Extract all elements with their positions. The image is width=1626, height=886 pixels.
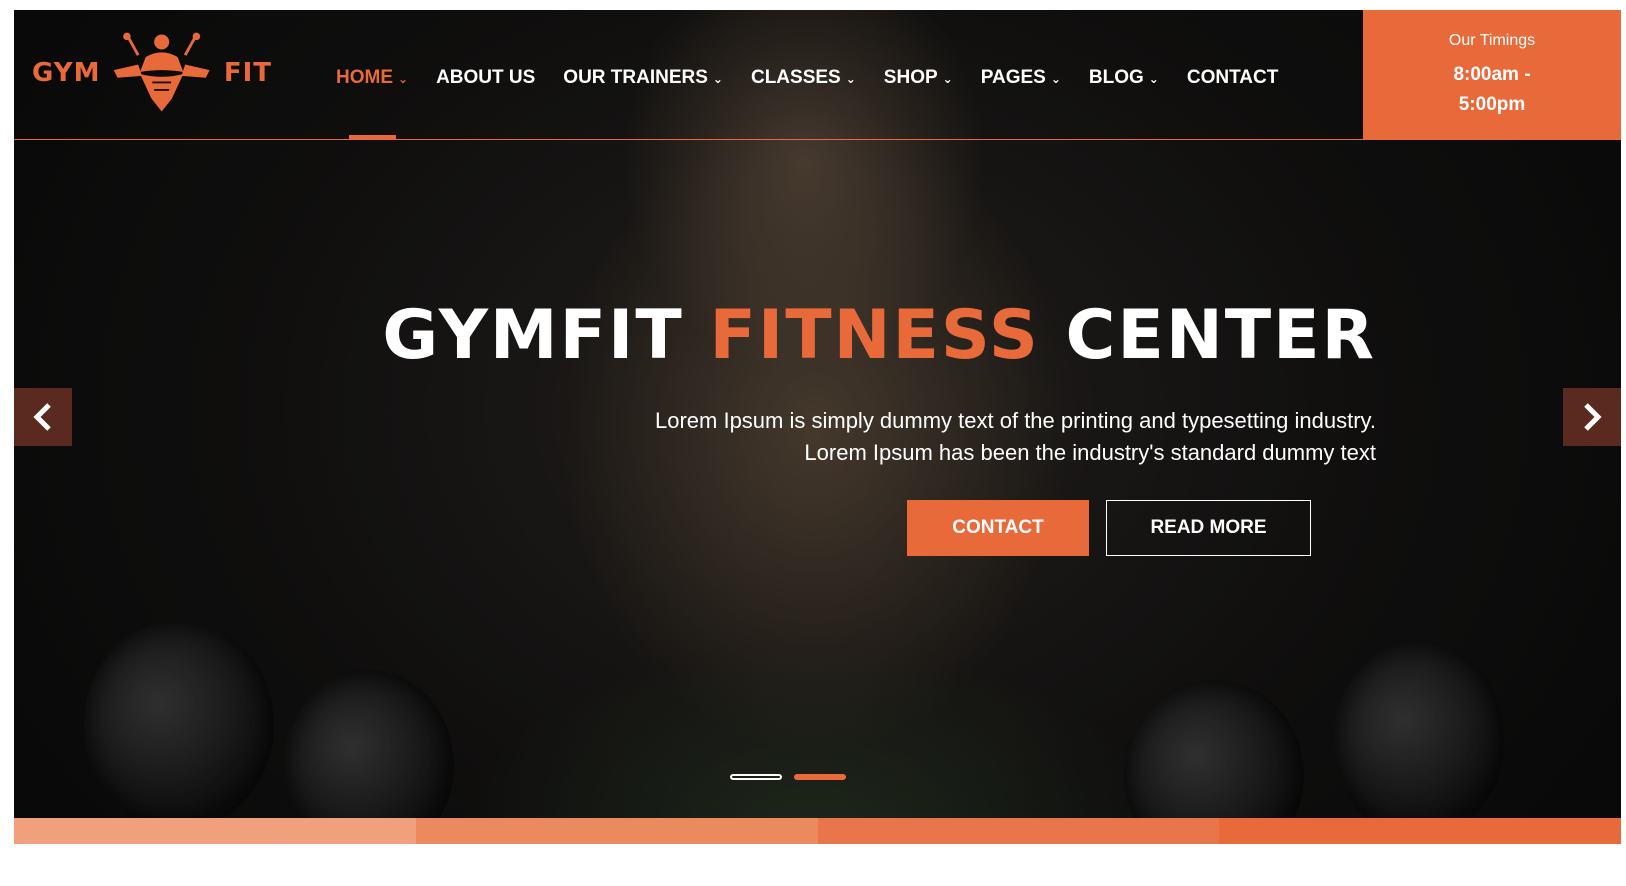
nav-label: HOME: [336, 67, 393, 88]
chevron-down-icon: ⌄: [712, 72, 723, 86]
color-strip: [14, 818, 1621, 844]
logo-text-gym: GYM: [32, 58, 101, 88]
slider-dot-1[interactable]: [730, 774, 782, 780]
nav-label: OUR TRAINERS: [563, 67, 708, 88]
strip-segment-1: [14, 818, 416, 844]
chevron-down-icon: ⌄: [1050, 72, 1061, 86]
nav-label: ABOUT US: [436, 67, 536, 88]
nav-item-classes[interactable]: CLASSES ⌄: [751, 58, 856, 98]
chevron-down-icon: ⌄: [398, 72, 409, 86]
hero-title-part1: GYMFIT: [382, 296, 684, 375]
nav-item-about-us[interactable]: ABOUT US: [436, 58, 535, 98]
slider-prev-button[interactable]: [14, 388, 72, 446]
chevron-down-icon: ⌄: [845, 72, 856, 86]
strip-segment-3: [817, 818, 1220, 844]
main-navigation: HOME ⌄ ABOUT US OUR TRAINERS ⌄ CLASSES ⌄…: [336, 58, 1306, 98]
hero-subtitle-line2: Lorem Ipsum has been the industry's stan…: [804, 440, 1376, 465]
chevron-down-icon: ⌄: [942, 72, 953, 86]
timings-box: Our Timings 8:00am - 5:00pm: [1363, 10, 1621, 140]
nav-label: SHOP: [883, 67, 938, 88]
active-nav-indicator: [349, 135, 396, 139]
nav-item-shop[interactable]: SHOP ⌄: [884, 58, 953, 98]
read-more-button[interactable]: READ MORE: [1106, 500, 1311, 556]
timings-label: Our Timings: [1448, 32, 1536, 49]
slider-next-button[interactable]: [1563, 388, 1621, 446]
logo-text-fit: FIT: [223, 58, 272, 88]
chevron-down-icon: ⌄: [1148, 72, 1159, 86]
hero-subtitle: Lorem Ipsum is simply dummy text of the …: [655, 405, 1376, 469]
timings-open: 8:00am -: [1453, 64, 1531, 85]
nav-label: PAGES: [980, 67, 1046, 88]
strip-segment-2: [415, 818, 818, 844]
nav-item-blog[interactable]: BLOG ⌄: [1089, 58, 1159, 98]
page-bottom: [14, 844, 1621, 876]
nav-label: BLOG: [1088, 67, 1144, 88]
slider-pagination: [730, 774, 846, 780]
browser-frame: GYM FIT HOME ⌄ ABOUT US OUR TRAINERS ⌄ C…: [0, 0, 1626, 886]
nav-item-pages[interactable]: PAGES ⌄: [981, 58, 1061, 98]
nav-label: CLASSES: [750, 67, 841, 88]
hero-title: GYMFIT FITNESS CENTER: [382, 296, 1376, 375]
contact-button[interactable]: CONTACT: [907, 500, 1089, 556]
site-logo[interactable]: GYM FIT: [32, 28, 272, 118]
site-header: GYM FIT HOME ⌄ ABOUT US OUR TRAINERS ⌄ C…: [14, 10, 1621, 140]
hero-subtitle-line1: Lorem Ipsum is simply dummy text of the …: [654, 408, 1376, 433]
nav-item-contact[interactable]: CONTACT: [1187, 58, 1278, 98]
chevron-left-icon: [33, 403, 51, 431]
hero-title-part2: FITNESS: [709, 296, 1040, 375]
nav-label: CONTACT: [1186, 67, 1279, 88]
timings-close: 5:00pm: [1458, 94, 1526, 115]
chevron-right-icon: [1584, 403, 1602, 431]
page-viewport: GYM FIT HOME ⌄ ABOUT US OUR TRAINERS ⌄ C…: [14, 10, 1621, 876]
slider-dot-2[interactable]: [794, 774, 846, 780]
strip-segment-4: [1219, 818, 1621, 844]
nav-item-our-trainers[interactable]: OUR TRAINERS ⌄: [563, 58, 723, 98]
hero-title-part3: CENTER: [1065, 296, 1376, 375]
bodybuilder-logo-icon: [114, 32, 211, 112]
nav-item-home[interactable]: HOME ⌄: [336, 58, 408, 98]
